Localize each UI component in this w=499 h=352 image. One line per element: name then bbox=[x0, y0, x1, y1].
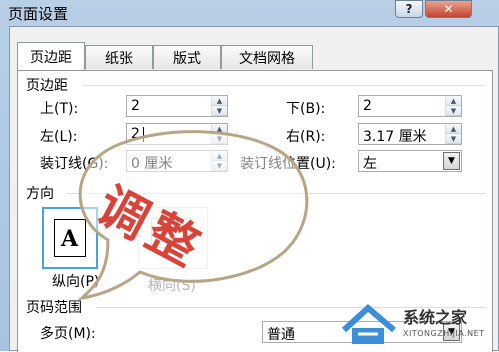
tab-paper[interactable]: 纸张 bbox=[85, 45, 153, 69]
section-divider bbox=[82, 85, 486, 86]
orientation-section-title: 方向 bbox=[26, 186, 54, 202]
multiple-pages-label: 多页(M): bbox=[40, 326, 96, 342]
top-margin-spinner[interactable]: ▲ ▼ bbox=[211, 96, 227, 116]
spin-down-icon[interactable]: ▼ bbox=[212, 106, 227, 116]
tab-margins[interactable]: 页边距 bbox=[17, 42, 85, 70]
watermark-url: XITONGZHIJIA.NET bbox=[403, 329, 485, 338]
spin-up-icon[interactable]: ▲ bbox=[446, 124, 461, 134]
chevron-down-icon[interactable]: ▼ bbox=[443, 152, 460, 170]
bottom-margin-label: 下(B): bbox=[286, 101, 326, 117]
help-button[interactable]: ? bbox=[395, 0, 423, 18]
top-margin-label: 上(T): bbox=[40, 101, 79, 117]
bottom-margin-input[interactable]: 2 ▲ ▼ bbox=[358, 95, 462, 117]
spin-up-icon[interactable]: ▲ bbox=[446, 96, 461, 106]
house-logo-icon bbox=[341, 304, 396, 344]
dialog-title: 页面设置 bbox=[8, 5, 69, 23]
title-bar: 页面设置 ? ✕ bbox=[0, 0, 499, 26]
site-watermark: 系统之家 XITONGZHIJIA.NET bbox=[338, 300, 498, 350]
spin-up-icon[interactable]: ▲ bbox=[212, 96, 227, 106]
right-margin-input[interactable]: 3.17 厘米 ▲ ▼ bbox=[358, 123, 462, 145]
tab-document-grid[interactable]: 文档网格 bbox=[221, 45, 313, 69]
multiple-pages-value: 普通 bbox=[267, 327, 295, 343]
close-button[interactable]: ✕ bbox=[425, 0, 472, 18]
gutter-position-select[interactable]: 左 ▼ bbox=[358, 150, 462, 172]
margins-section-title: 页边距 bbox=[26, 78, 68, 94]
close-icon: ✕ bbox=[443, 2, 454, 16]
pages-section-title: 页码范围 bbox=[26, 300, 82, 316]
help-icon: ? bbox=[405, 2, 413, 16]
spin-down-icon[interactable]: ▼ bbox=[446, 106, 461, 116]
right-margin-spinner[interactable]: ▲ ▼ bbox=[445, 124, 461, 144]
tab-layout[interactable]: 版式 bbox=[153, 45, 221, 69]
top-margin-input[interactable]: 2 ▲ ▼ bbox=[126, 95, 228, 117]
spin-down-icon[interactable]: ▼ bbox=[446, 134, 461, 144]
gutter-position-value: 左 bbox=[363, 156, 377, 172]
watermark-name: 系统之家 bbox=[403, 308, 468, 327]
bottom-margin-spinner[interactable]: ▲ ▼ bbox=[445, 96, 461, 116]
right-margin-value: 3.17 厘米 bbox=[363, 129, 427, 145]
top-margin-value: 2 bbox=[131, 98, 140, 114]
bottom-margin-value: 2 bbox=[363, 98, 372, 114]
